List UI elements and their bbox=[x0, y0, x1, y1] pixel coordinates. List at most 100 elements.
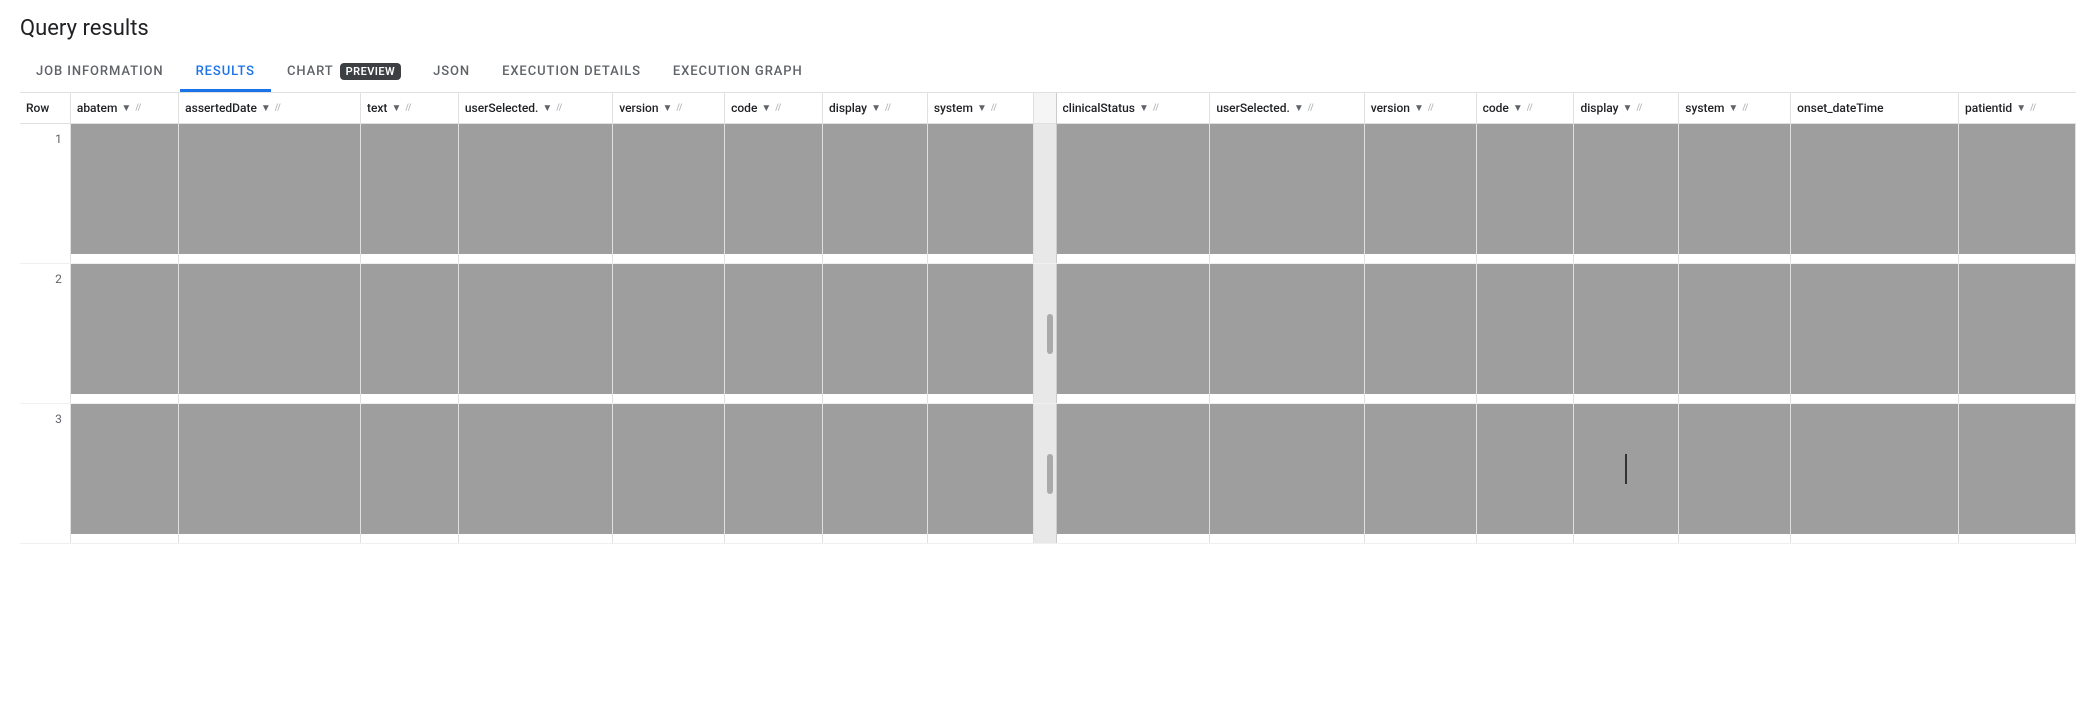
cell-1-code1 bbox=[725, 124, 823, 264]
resize-icon-abatem: // bbox=[135, 103, 141, 113]
resize-icon-text: // bbox=[405, 103, 411, 113]
sort-icon-text: ▼ bbox=[391, 103, 401, 114]
col-header-userSelected2[interactable]: userSelected. ▼ // bbox=[1210, 93, 1364, 124]
cell-2-onset-datetime bbox=[1791, 264, 1959, 404]
cell-2-patientid bbox=[1958, 264, 2075, 404]
col-header-version2[interactable]: version ▼ // bbox=[1364, 93, 1476, 124]
col-clinicalStatus-label: clinicalStatus bbox=[1063, 101, 1136, 115]
col-version2-label: version bbox=[1371, 101, 1410, 115]
cell-1-onset-datetime bbox=[1791, 124, 1959, 264]
cell-1-clinicalStatus bbox=[1056, 124, 1210, 264]
col-header-code2[interactable]: code ▼ // bbox=[1476, 93, 1574, 124]
col-code2-label: code bbox=[1483, 101, 1509, 115]
resize-icon-clinicalStatus: // bbox=[1153, 103, 1159, 113]
col-header-assertedDate[interactable]: assertedDate ▼ // bbox=[179, 93, 361, 124]
cell-2-code1 bbox=[725, 264, 823, 404]
col-header-separator bbox=[1034, 93, 1056, 124]
tabs-bar: JOB INFORMATION RESULTS CHART PREVIEW JS… bbox=[20, 53, 2076, 93]
col-header-system1[interactable]: system ▼ // bbox=[927, 93, 1033, 124]
col-system2-label: system bbox=[1685, 101, 1724, 115]
resize-icon-patientid: // bbox=[2030, 103, 2036, 113]
cell-3-assertedDate bbox=[179, 404, 361, 544]
col-abatem-label: abatem bbox=[77, 101, 118, 115]
cell-1-system1 bbox=[927, 124, 1033, 264]
sort-icon-abatem: ▼ bbox=[121, 103, 131, 114]
tab-results[interactable]: RESULTS bbox=[180, 54, 271, 92]
col-patientid-label: patientid bbox=[1965, 101, 2012, 115]
col-header-abatem[interactable]: abatem ▼ // bbox=[70, 93, 178, 124]
col-assertedDate-label: assertedDate bbox=[185, 101, 257, 115]
resize-icon-display2: // bbox=[1636, 103, 1642, 113]
cell-1-system2 bbox=[1679, 124, 1791, 264]
sort-icon-userSelected: ▼ bbox=[542, 103, 552, 114]
cell-3-system2 bbox=[1679, 404, 1791, 544]
page-title: Query results bbox=[20, 16, 2076, 41]
tab-json[interactable]: JSON bbox=[417, 54, 486, 92]
tab-chart[interactable]: CHART PREVIEW bbox=[271, 53, 417, 93]
cell-2-text bbox=[360, 264, 458, 404]
cell-3-text bbox=[360, 404, 458, 544]
col-onset-datetime-label: onset_dateTime bbox=[1797, 101, 1883, 115]
resize-icon-code1: // bbox=[775, 103, 781, 113]
sort-icon-code2: ▼ bbox=[1513, 103, 1523, 114]
cell-1-version1 bbox=[613, 124, 725, 264]
cell-1-sep bbox=[1034, 124, 1056, 264]
col-userSelected2-label: userSelected. bbox=[1216, 101, 1289, 115]
cell-3-sep bbox=[1034, 404, 1056, 544]
cell-3-display1 bbox=[823, 404, 928, 544]
cell-2-display2 bbox=[1574, 264, 1679, 404]
row-num-1: 1 bbox=[20, 124, 70, 264]
cell-3-version1 bbox=[613, 404, 725, 544]
resize-icon-version1: // bbox=[676, 103, 682, 113]
sort-icon-system1: ▼ bbox=[977, 103, 987, 114]
sort-icon-display2: ▼ bbox=[1623, 103, 1633, 114]
col-version1-label: version bbox=[619, 101, 658, 115]
col-header-display2[interactable]: display ▼ // bbox=[1574, 93, 1679, 124]
cell-1-text bbox=[360, 124, 458, 264]
sort-icon-system2: ▼ bbox=[1728, 103, 1738, 114]
col-header-version1[interactable]: version ▼ // bbox=[613, 93, 725, 124]
cell-3-userSelected2 bbox=[1210, 404, 1364, 544]
cell-3-clinicalStatus bbox=[1056, 404, 1210, 544]
cell-3-system1 bbox=[927, 404, 1033, 544]
col-header-clinicalStatus[interactable]: clinicalStatus ▼ // bbox=[1056, 93, 1210, 124]
sort-icon-userSelected2: ▼ bbox=[1294, 103, 1304, 114]
results-table-container: Row abatem ▼ // assertedDate ▼ bbox=[20, 93, 2076, 544]
cell-3-code1 bbox=[725, 404, 823, 544]
cell-1-abatem bbox=[70, 124, 178, 264]
resize-icon-userSelected2: // bbox=[1308, 103, 1314, 113]
cell-3-onset-datetime bbox=[1791, 404, 1959, 544]
col-header-patientid[interactable]: patientid ▼ // bbox=[1958, 93, 2075, 124]
cell-2-abatem bbox=[70, 264, 178, 404]
col-text-label: text bbox=[367, 101, 387, 115]
table-header-row: Row abatem ▼ // assertedDate ▼ bbox=[20, 93, 2076, 124]
row-num-3: 3 bbox=[20, 404, 70, 544]
page-container: Query results JOB INFORMATION RESULTS CH… bbox=[0, 0, 2096, 544]
col-header-code1[interactable]: code ▼ // bbox=[725, 93, 823, 124]
cell-2-version2 bbox=[1364, 264, 1476, 404]
cell-3-version2 bbox=[1364, 404, 1476, 544]
col-userSelected-label: userSelected. bbox=[465, 101, 538, 115]
col-header-text[interactable]: text ▼ // bbox=[360, 93, 458, 124]
resize-icon-system1: // bbox=[991, 103, 997, 113]
col-header-onset-datetime: onset_dateTime bbox=[1791, 93, 1959, 124]
results-table: Row abatem ▼ // assertedDate ▼ bbox=[20, 93, 2076, 544]
cell-1-display1 bbox=[823, 124, 928, 264]
col-header-system2[interactable]: system ▼ // bbox=[1679, 93, 1791, 124]
tab-execution-graph[interactable]: EXECUTION GRAPH bbox=[657, 54, 819, 92]
tab-chart-label: CHART bbox=[287, 64, 334, 79]
col-header-userSelected[interactable]: userSelected. ▼ // bbox=[458, 93, 612, 124]
cell-3-abatem bbox=[70, 404, 178, 544]
cell-2-code2 bbox=[1476, 264, 1574, 404]
cell-2-version1 bbox=[613, 264, 725, 404]
tab-job-information[interactable]: JOB INFORMATION bbox=[20, 54, 180, 92]
cell-2-system2 bbox=[1679, 264, 1791, 404]
col-row-label: Row bbox=[26, 101, 49, 115]
resize-icon-system2: // bbox=[1742, 103, 1748, 113]
tab-execution-details[interactable]: EXECUTION DETAILS bbox=[486, 54, 657, 92]
sort-icon-assertedDate: ▼ bbox=[261, 103, 271, 114]
col-header-display1[interactable]: display ▼ // bbox=[823, 93, 928, 124]
col-code1-label: code bbox=[731, 101, 757, 115]
cell-2-assertedDate bbox=[179, 264, 361, 404]
cell-2-display1 bbox=[823, 264, 928, 404]
